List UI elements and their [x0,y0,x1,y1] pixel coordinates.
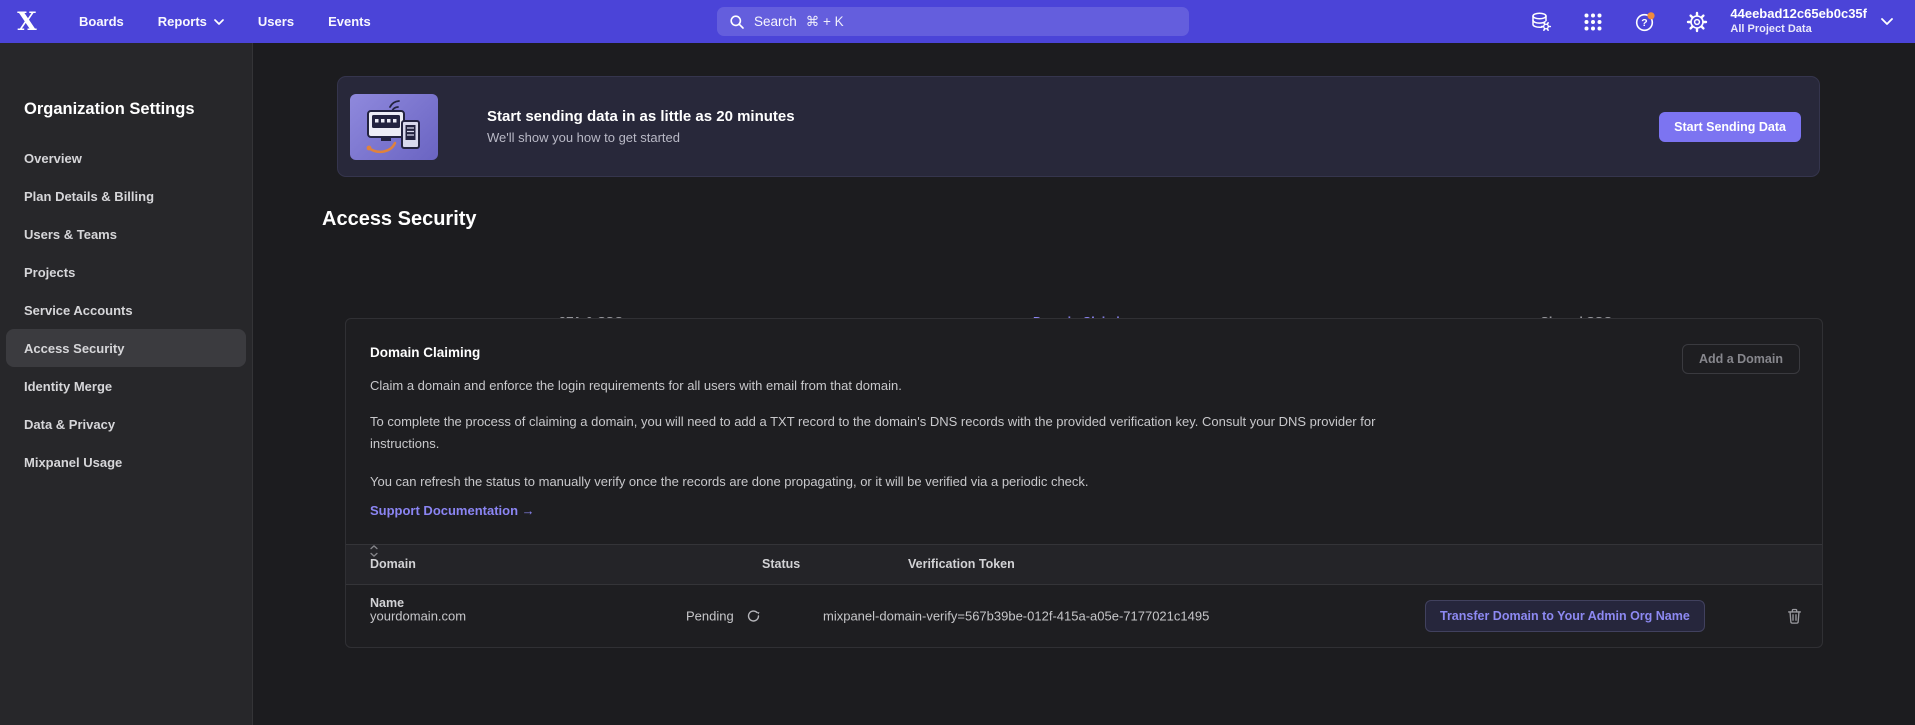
sidebar-item-mixpanel-usage[interactable]: Mixpanel Usage [6,443,246,481]
search-input[interactable]: Search ⌘ + K [717,7,1189,36]
settings-sidebar: Organization Settings Overview Plan Deta… [0,43,253,725]
add-domain-button[interactable]: Add a Domain [1682,344,1800,374]
nav-label: Events [328,14,371,29]
nav-label: Reports [158,14,207,29]
onboarding-title: Start sending data in as little as 20 mi… [487,108,795,125]
column-status: Status [762,545,800,584]
verification-token-cell: mixpanel-domain-verify=567b39be-012f-415… [823,609,1209,624]
help-icon[interactable]: ? [1634,11,1656,33]
search-icon [729,14,745,30]
chevron-down-icon [214,19,224,25]
panel-description-3: You can refresh the status to manually v… [370,471,1089,493]
onboarding-text: Start sending data in as little as 20 mi… [487,108,795,145]
main-content: Start sending data in as little as 20 mi… [253,43,1915,725]
search-label: Search [754,14,797,29]
onboarding-illustration [350,94,438,160]
status-cell: Pending [686,609,761,624]
project-name: All Project Data [1730,23,1867,36]
delete-domain-icon[interactable] [1786,608,1803,625]
column-domain-name[interactable]: Domain Name [370,545,378,557]
transfer-domain-button[interactable]: Transfer Domain to Your Admin Org Name [1425,600,1705,632]
domains-table-header: Domain Name Status Verification Token [346,544,1822,585]
panel-description-2: To complete the process of claiming a do… [370,411,1445,455]
mixpanel-logo-icon[interactable]: X [14,9,40,34]
project-selector[interactable]: 44eebad12c65eb0c35f All Project Data [1730,7,1867,36]
sidebar-item-projects[interactable]: Projects [6,253,246,291]
data-management-icon[interactable] [1530,11,1552,33]
svg-text:?: ? [1642,17,1648,29]
main-nav: Boards Reports Users Events [62,0,388,43]
support-documentation-link[interactable]: Support Documentation → [370,503,535,518]
sidebar-title: Organization Settings [0,98,252,120]
table-row: yourdomain.com Pending mixpanel-domain-v… [346,585,1822,647]
notification-dot [1648,12,1655,19]
panel-description-1: Claim a domain and enforce the login req… [370,375,902,397]
start-sending-data-button[interactable]: Start Sending Data [1659,112,1801,142]
page-title: Access Security [322,208,477,231]
settings-icon[interactable] [1686,11,1708,33]
nav-item-boards[interactable]: Boards [62,0,141,43]
nav-item-events[interactable]: Events [311,0,388,43]
chevron-down-icon[interactable] [1881,18,1893,25]
status-badge: Pending [686,609,734,624]
nav-item-users[interactable]: Users [241,0,311,43]
onboarding-subtitle: We'll show you how to get started [487,130,795,145]
refresh-status-icon[interactable] [746,609,761,624]
apps-grid-icon[interactable] [1582,11,1604,33]
top-navbar: X Boards Reports Users Events Search ⌘ +… [0,0,1915,43]
sidebar-item-service-accounts[interactable]: Service Accounts [6,291,246,329]
navbar-actions: ? 44eebad12c65eb0c35f All Project Data [1500,0,1915,43]
org-id: 44eebad12c65eb0c35f [1730,7,1867,22]
column-verification-token: Verification Token [908,545,1015,584]
sidebar-item-identity-merge[interactable]: Identity Merge [6,367,246,405]
domain-claiming-panel: Domain Claiming Claim a domain and enfor… [345,318,1823,648]
search-shortcut: ⌘ + K [806,14,844,30]
sidebar-item-access-security[interactable]: Access Security [6,329,246,367]
panel-title: Domain Claiming [370,345,480,360]
sidebar-item-users-teams[interactable]: Users & Teams [6,215,246,253]
sidebar-item-plan-details-billing[interactable]: Plan Details & Billing [6,177,246,215]
sidebar-item-data-privacy[interactable]: Data & Privacy [6,405,246,443]
nav-label: Users [258,14,294,29]
domain-name-cell: yourdomain.com [370,609,466,624]
nav-item-reports[interactable]: Reports [141,0,241,43]
sidebar-item-overview[interactable]: Overview [6,139,246,177]
nav-label: Boards [79,14,124,29]
onboarding-banner: Start sending data in as little as 20 mi… [337,76,1820,177]
sidebar-nav: Overview Plan Details & Billing Users & … [0,139,252,481]
